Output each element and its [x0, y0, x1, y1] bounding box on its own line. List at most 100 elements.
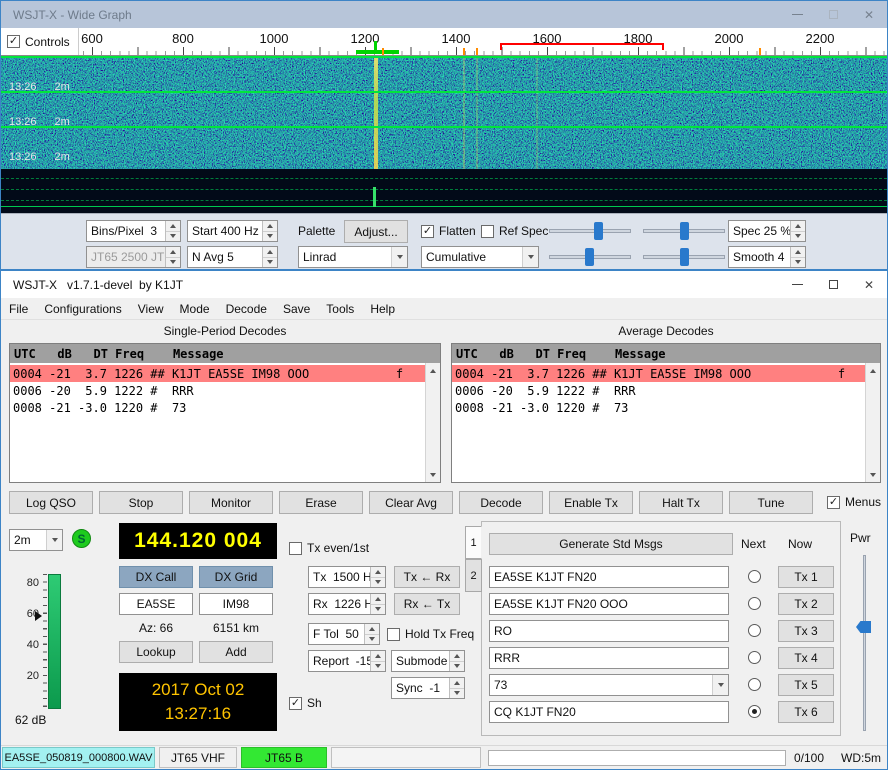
spin-up-icon[interactable]: [166, 221, 180, 231]
gain-slider[interactable]: [549, 220, 631, 242]
menu-tools[interactable]: Tools: [318, 299, 362, 319]
controls-checkbox-box[interactable]: ✓: [7, 35, 20, 48]
dx-grid-field[interactable]: IM98: [199, 593, 273, 615]
tx2-next-radio[interactable]: [748, 597, 761, 610]
rx-from-tx-button[interactable]: Rx ← Tx: [394, 593, 460, 615]
minimize-button[interactable]: [779, 1, 815, 28]
chevron-down-icon[interactable]: [712, 675, 728, 695]
tx5-next-radio[interactable]: [748, 678, 761, 691]
palette-select[interactable]: Linrad: [298, 246, 408, 268]
spec-percent-spinner[interactable]: Spec 25 %: [728, 220, 806, 242]
spin-down-icon[interactable]: [450, 661, 464, 672]
band-select[interactable]: 2m: [9, 529, 63, 551]
start-freq-spinner[interactable]: Start 400 Hz: [187, 220, 278, 242]
lookup-button[interactable]: Lookup: [119, 641, 193, 663]
decode-row[interactable]: 0008 -21 -3.0 1220 # 73: [10, 399, 425, 416]
bins-per-pixel-spinner[interactable]: Bins/Pixel 3: [86, 220, 181, 242]
spin-up-icon[interactable]: [450, 678, 464, 688]
scroll-down-icon[interactable]: [426, 467, 440, 482]
spin-up-icon[interactable]: [371, 567, 385, 577]
sh-checkbox[interactable]: ✓ Sh: [289, 696, 322, 710]
dx-grid-button[interactable]: DX Grid: [199, 566, 273, 588]
tx6-message-field[interactable]: CQ K1JT FN20: [489, 701, 729, 723]
add-button[interactable]: Add: [199, 641, 273, 663]
tx3-next-radio[interactable]: [748, 624, 761, 637]
wide-graph-titlebar[interactable]: WSJT-X - Wide Graph ✕: [1, 1, 887, 28]
slider-handle[interactable]: [856, 621, 871, 633]
menu-configurations[interactable]: Configurations: [36, 299, 129, 319]
menu-save[interactable]: Save: [275, 299, 318, 319]
menu-mode[interactable]: Mode: [172, 299, 218, 319]
gain2-slider[interactable]: [549, 246, 631, 268]
menus-checkbox[interactable]: ✓ Menus: [827, 495, 881, 509]
tx1-message-field[interactable]: EA5SE K1JT FN20: [489, 566, 729, 588]
main-titlebar[interactable]: WSJT-X v1.7.1-devel by K1JT ✕: [1, 271, 887, 298]
menu-help[interactable]: Help: [362, 299, 403, 319]
tx6-next-radio[interactable]: [748, 705, 761, 718]
enable-tx-button[interactable]: Enable Tx: [549, 491, 633, 514]
spin-up-icon[interactable]: [450, 651, 464, 661]
tune-button[interactable]: Tune: [729, 491, 813, 514]
chevron-down-icon[interactable]: [391, 247, 407, 267]
spin-down-icon[interactable]: [166, 231, 180, 242]
decode-row[interactable]: 0008 -21 -3.0 1220 # 73: [452, 399, 865, 416]
hold-tx-freq-checkbox-box[interactable]: [387, 628, 400, 641]
scrollbar[interactable]: [865, 363, 880, 482]
menu-decode[interactable]: Decode: [218, 299, 275, 319]
sync-spinner[interactable]: Sync -1: [391, 677, 465, 699]
tab-messages-1[interactable]: 1: [465, 526, 482, 559]
dx-call-button[interactable]: DX Call: [119, 566, 193, 588]
waterfall-display[interactable]: 13:26 2m 13:26 2m 13:26 2m: [1, 56, 887, 169]
adjust-palette-button[interactable]: Adjust...: [344, 220, 408, 243]
flatten-checkbox[interactable]: ✓ Flatten: [421, 224, 476, 238]
single-period-decodes-panel[interactable]: UTC dB DT Freq Message 0004 -21 3.7 1226…: [9, 343, 441, 483]
spin-down-icon[interactable]: [371, 661, 385, 672]
tx-freq-spinner[interactable]: Tx 1500 Hz: [308, 566, 386, 588]
menu-view[interactable]: View: [130, 299, 172, 319]
decode-row[interactable]: 0004 -21 3.7 1226 ## K1JT EA5SE IM98 OOO…: [452, 365, 865, 382]
tx1-now-button[interactable]: Tx 1: [778, 566, 834, 588]
slider-handle[interactable]: [680, 248, 689, 266]
ref-spec-checkbox-box[interactable]: [481, 225, 494, 238]
decode-button[interactable]: Decode: [459, 491, 543, 514]
dx-call-field[interactable]: EA5SE: [119, 593, 193, 615]
spin-up-icon[interactable]: [365, 624, 379, 634]
report-spinner[interactable]: Report -15: [308, 650, 386, 672]
decode-row[interactable]: 0006 -20 5.9 1222 # RRR: [10, 382, 425, 399]
spin-down-icon[interactable]: [263, 231, 277, 242]
tx4-next-radio[interactable]: [748, 651, 761, 664]
tx-even-checkbox-box[interactable]: [289, 542, 302, 555]
tx-even-checkbox[interactable]: Tx even/1st: [289, 541, 369, 555]
flatten-checkbox-box[interactable]: ✓: [421, 225, 434, 238]
tx3-message-field[interactable]: RO: [489, 620, 729, 642]
frequency-ruler[interactable]: 600 800 1000 1200 1400 1600 1800 2000 22…: [1, 28, 887, 56]
tx2-now-button[interactable]: Tx 2: [778, 593, 834, 615]
maximize-button[interactable]: [815, 1, 851, 28]
controls-toggle[interactable]: ✓ Controls: [1, 28, 79, 55]
clear-avg-button[interactable]: Clear Avg: [369, 491, 453, 514]
maximize-button[interactable]: [815, 271, 851, 298]
tx5-message-combo[interactable]: 73: [489, 674, 729, 696]
monitor-button[interactable]: Monitor: [189, 491, 273, 514]
spin-down-icon[interactable]: [791, 257, 805, 268]
n-avg-spinner[interactable]: N Avg 5: [187, 246, 278, 268]
spin-down-icon[interactable]: [450, 688, 464, 699]
spin-down-icon[interactable]: [791, 231, 805, 242]
spin-up-icon[interactable]: [371, 651, 385, 661]
tx3-now-button[interactable]: Tx 3: [778, 620, 834, 642]
spin-up-icon[interactable]: [263, 221, 277, 231]
close-button[interactable]: ✕: [851, 271, 887, 298]
zero-slider[interactable]: [643, 220, 725, 242]
decode-row[interactable]: 0006 -20 5.9 1222 # RRR: [452, 382, 865, 399]
tx5-now-button[interactable]: Tx 5: [778, 674, 834, 696]
f-tol-spinner[interactable]: F Tol 50: [308, 623, 380, 645]
scroll-up-icon[interactable]: [866, 363, 880, 378]
tx1-next-radio[interactable]: [748, 570, 761, 583]
average-decodes-panel[interactable]: UTC dB DT Freq Message 0004 -21 3.7 1226…: [451, 343, 881, 483]
rig-status-light[interactable]: S: [72, 529, 91, 548]
scrollbar[interactable]: [425, 363, 440, 482]
rx-freq-spinner[interactable]: Rx 1226 Hz: [308, 593, 386, 615]
zero2-slider[interactable]: [643, 246, 725, 268]
spin-down-icon[interactable]: [371, 604, 385, 615]
log-qso-button[interactable]: Log QSO: [9, 491, 93, 514]
